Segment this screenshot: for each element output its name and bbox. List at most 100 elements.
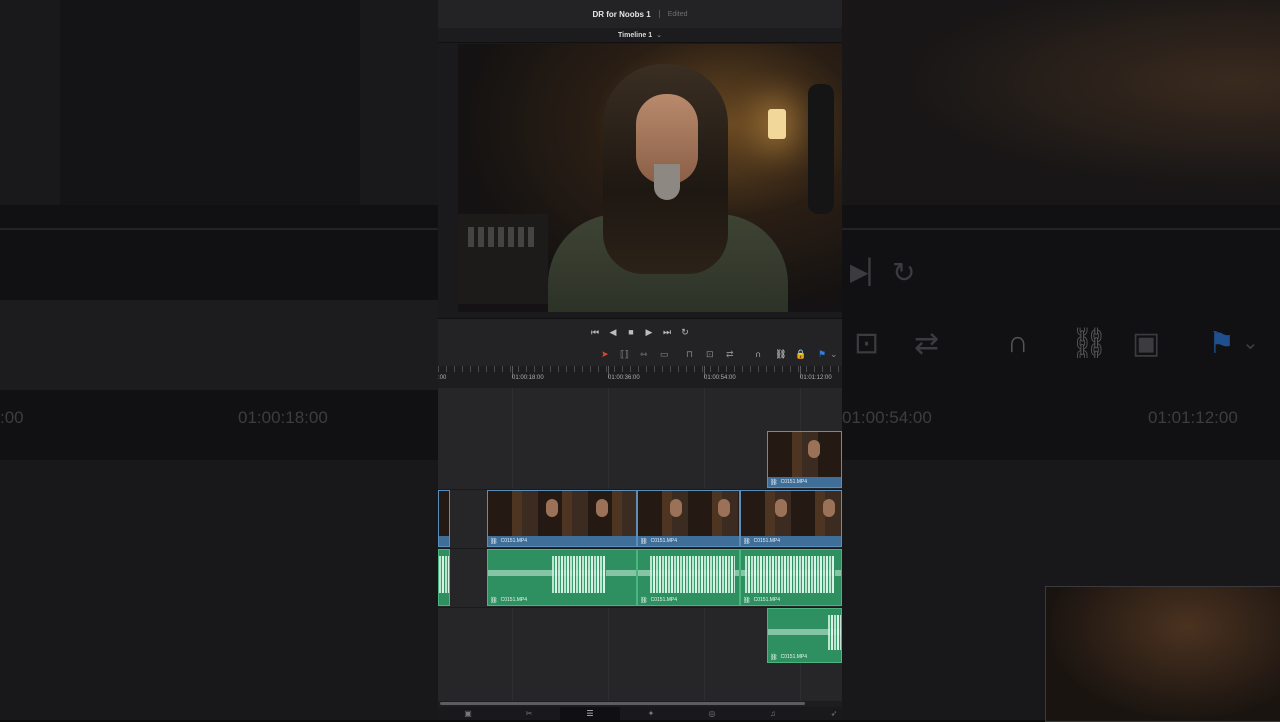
project-title: DR for Noobs 1 [592,9,651,19]
clip-label: ⛓ C0151.MP4 [770,652,807,662]
stop-icon[interactable]: ■ [625,327,637,337]
play-icon[interactable]: ▶ [643,327,655,338]
audio-clip-a2[interactable]: ⛓ C0151.MP4 [767,608,842,663]
first-frame-icon[interactable]: ⏮ [589,327,601,338]
media-page-icon[interactable]: ▣ [438,707,498,720]
timeline-selector[interactable]: Timeline 1 ⌄ [438,28,842,43]
audio-waveform [828,615,841,650]
trim-tool-icon[interactable]: ⟦⟧ [620,349,629,360]
link-icon: ⛓ [490,597,498,604]
audio-clip-a1-partial[interactable] [438,549,450,606]
timeline-ruler[interactable]: :00 01:00:18:00 01:00:36:00 01:00:54:00 … [438,366,842,389]
background-viewer-area [842,0,1280,205]
transport-controls: ⏮ ◀ ■ ▶ ⏭ ↻ [438,318,842,345]
ruler-timecode: :00 [438,375,447,381]
linked-selection-icon[interactable]: ⛓ [775,349,786,360]
audio-waveform [552,556,606,593]
clip-thumbnails [638,491,739,536]
color-page-icon[interactable]: ◎ [682,707,742,720]
cut-page-icon[interactable]: ✂ [499,707,559,720]
selection-tool-icon[interactable]: ➤ [601,349,609,360]
flag-icon[interactable]: ⚑ [818,349,826,360]
reverse-icon[interactable]: ◀ [607,327,619,338]
clip-name: C0151.MP4 [753,597,781,603]
page-navigation: ▣ ✂ ☰ ✦ ◎ ♫ ➶ [438,707,842,720]
ruler-ticks [438,366,842,372]
video-clip-v1[interactable]: ⛓ C0151.MP4 [740,490,842,547]
fusion-page-icon[interactable]: ✦ [621,707,681,720]
clip-name: C0151.MP4 [500,597,528,603]
timeline-viewer[interactable] [438,43,842,318]
edit-status: Edited [667,10,688,18]
ruler-timecode: 01:00:54:00 [704,375,736,381]
link-icon: ⛓ [490,538,498,545]
background-timecode: 01:00:18:00 [238,408,328,427]
clip-label: ⛓ C0151.MP4 [743,595,780,605]
clip-thumbnails [768,432,841,477]
chevron-down-icon: ⌄ [656,32,662,39]
overwrite-clip-icon[interactable]: ⊡ [706,349,714,360]
clip-thumbnails [488,491,636,536]
link-icon: ⛓ [743,538,751,545]
clip-thumbnail-face [670,499,682,517]
video-clip-v1[interactable]: ⛓ C0151.MP4 [637,490,740,547]
fairlight-page-icon[interactable]: ♫ [743,707,803,720]
candle [768,109,786,139]
blade-tool-icon[interactable]: ▭ [660,349,669,360]
scrollbar-thumb[interactable] [440,702,805,705]
video-clip-v2[interactable]: ⛓ C0151.MP4 [767,431,842,488]
title-separator [658,10,660,18]
link-icon: ⛓ [743,597,751,604]
position-lock-icon[interactable]: 🔒 [795,349,806,360]
replace-clip-icon[interactable]: ⇄ [726,349,734,360]
clip-label: ⛓ C0151.MP4 [490,536,527,546]
clip-thumbnails [439,491,449,536]
clip-thumbnail-face [546,499,558,517]
ruler-timecode: 01:01:12:00 [800,375,832,381]
clip-thumbnail-face [718,499,730,517]
background-replace-icon: ⇄ [914,327,940,360]
clip-thumbnails [741,491,841,536]
link-icon: ⛓ [640,538,648,545]
video-clip-v1-partial[interactable] [438,490,450,547]
clip-thumbnail-face [775,499,787,517]
edit-page-icon[interactable]: ☰ [560,707,620,720]
dynamic-trim-icon[interactable]: ⇿ [640,349,648,360]
snapping-icon[interactable]: ∩ [755,349,761,359]
video-clip-v1[interactable]: ⛓ C0151.MP4 [487,490,637,547]
background-lock-icon: ▣ [1132,327,1161,360]
clip-name: C0151.MP4 [780,479,808,485]
edit-toolbar: ➤ ⟦⟧ ⇿ ▭ ⊓ ⊡ ⇄ ∩ ⛓ 🔒 ⚑ ⌄ [438,344,842,366]
audio-waveform [439,556,449,593]
background-loop-icon: ↻ [892,257,916,288]
deliver-page-icon[interactable]: ➶ [804,707,842,720]
clip-label: ⛓ C0151.MP4 [640,536,677,546]
ruler-timecode: 01:00:18:00 [512,375,544,381]
loop-icon[interactable]: ↻ [679,327,691,338]
audio-waveform [650,556,735,593]
insert-clip-icon[interactable]: ⊓ [686,349,693,360]
clip-thumbnail-face [823,499,835,517]
background-video-thumbnail [1045,586,1280,722]
clip-thumbnail-face [808,440,820,458]
background-timecode: 01:01:12:00 [1148,408,1238,427]
clip-label: ⛓ C0151.MP4 [743,536,780,546]
ruler-timecode: 01:00:36:00 [608,375,640,381]
audio-clip-a1[interactable]: ⛓ C0151.MP4 [740,549,842,606]
title-bar: DR for Noobs 1 Edited [438,0,842,28]
link-icon: ⛓ [640,597,648,604]
timeline-tracks[interactable]: ⛓ C0151.MP4 ⛓ C0151.MP4 ⛓ C0151.MP4 ⛓ C0… [438,388,842,701]
last-frame-icon[interactable]: ⏭ [661,327,673,338]
clip-label: ⛓ C0151.MP4 [640,595,677,605]
background-play-icon: ▶▏ [850,259,887,286]
person-beard [654,164,680,200]
guitar [808,84,834,214]
background-viewer-area [0,0,438,205]
clip-name: C0151.MP4 [650,597,678,603]
audio-clip-a1[interactable]: ⛓ C0151.MP4 [487,549,637,606]
background-divider [0,228,438,230]
background-snapping-icon: ∩ [1007,326,1029,359]
audio-clip-a1[interactable]: ⛓ C0151.MP4 [637,549,740,606]
flag-dropdown-icon[interactable]: ⌄ [830,349,838,360]
background-timecode: :00 [0,408,24,427]
